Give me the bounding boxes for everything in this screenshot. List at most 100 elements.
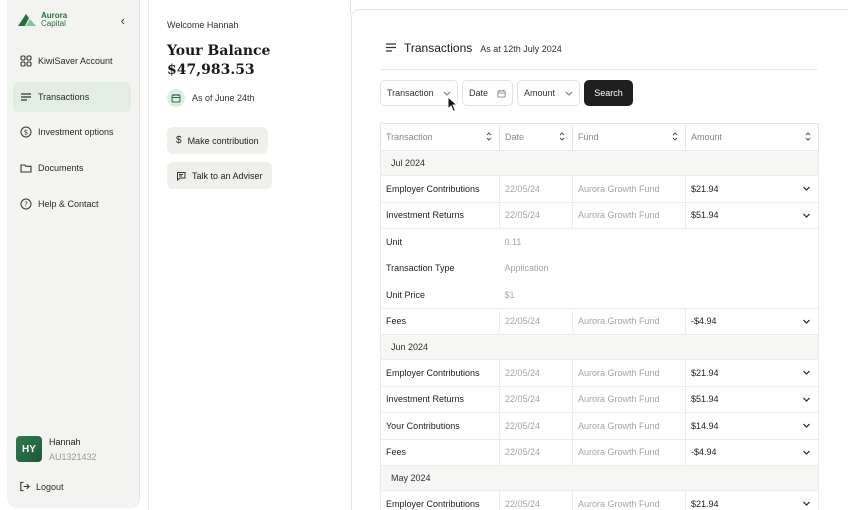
chevron-down-icon[interactable] [802, 395, 811, 404]
user-profile[interactable]: HY Hannah AU1321432 [16, 436, 97, 462]
collapse-sidebar-icon[interactable]: ‹ [121, 14, 125, 27]
transaction-amount: $21.94 [691, 367, 719, 378]
transaction-amount-cell: $21.94 [685, 490, 819, 510]
detail-spacer [685, 228, 819, 255]
transaction-detail-row: Unit Price $1 [380, 281, 819, 309]
transaction-date: 22/05/24 [499, 412, 573, 440]
detail-spacer [685, 281, 819, 309]
transaction-amount-cell: $51.94 [685, 386, 819, 413]
detail-value: Application [504, 263, 549, 274]
column-header-amount[interactable]: Amount [685, 123, 819, 151]
chevron-down-icon[interactable] [802, 317, 811, 326]
transaction-name: Investment Returns [380, 202, 500, 229]
grid-icon [19, 55, 32, 68]
as-of-date: As of June 24th [167, 89, 255, 107]
table-row[interactable]: Fees 22/05/24 Aurora Growth Fund -$4.94 [380, 439, 819, 466]
transaction-date: 22/05/24 [499, 359, 573, 387]
mouse-cursor-icon [447, 96, 459, 113]
chevron-down-icon[interactable] [802, 368, 811, 377]
logout-icon [20, 481, 30, 492]
month-group-header: Jul 2024 [380, 150, 819, 176]
column-header-date[interactable]: Date [499, 123, 573, 151]
table-row[interactable]: Employer Contributions 22/05/24 Aurora Gro… [380, 175, 819, 203]
sort-icon[interactable] [559, 132, 565, 142]
transaction-amount-cell: $14.94 [685, 412, 819, 440]
transaction-amount: $21.94 [691, 183, 719, 194]
amount-filter-label: Amount [524, 88, 556, 98]
sidebar-nav: KiwiSaver Account Transactions $ Investment… [13, 46, 131, 224]
table-row[interactable]: Employer Contributions 22/05/24 Aurora Gro… [380, 490, 819, 510]
date-filter-label: Date [469, 88, 489, 98]
table-row[interactable]: Investment Returns 22/05/24 Aurora Growth … [380, 386, 819, 413]
avatar: HY [16, 436, 42, 462]
detail-spacer [685, 255, 819, 282]
table-row[interactable]: Employer Contributions 22/05/24 Aurora Gro… [380, 359, 819, 387]
chevron-down-icon[interactable] [802, 211, 811, 220]
column-header-transaction[interactable]: Transaction [380, 123, 500, 151]
detail-label: Unit [380, 228, 500, 255]
sidebar-item-documents[interactable]: Documents [13, 153, 131, 183]
sidebar-item-transactions[interactable]: Transactions [13, 81, 131, 112]
sidebar-item-label: KiwiSaver Account [38, 56, 113, 66]
calendar-icon [497, 89, 506, 98]
transaction-name: Investment Returns [380, 386, 500, 413]
chevron-down-icon[interactable] [802, 448, 811, 457]
chat-icon [177, 171, 186, 181]
amount-filter-dropdown[interactable]: Amount [517, 80, 580, 106]
detail-value: $1 [499, 281, 686, 309]
column-header-label: Fund [578, 132, 599, 142]
transactions-header: Transactions As at 12th July 2024 [386, 41, 562, 55]
logout-button[interactable]: Logout [19, 481, 64, 492]
sidebar-item-kiwisaver-account[interactable]: KiwiSaver Account [13, 46, 131, 76]
month-group-label: Jun 2024 [380, 334, 819, 360]
chevron-down-icon [443, 91, 451, 96]
help-icon: ? [19, 197, 32, 210]
sidebar-item-label: Transactions [38, 91, 90, 102]
transaction-fund: Aurora Growth Fund [572, 412, 686, 440]
talk-to-adviser-button[interactable]: Talk to an Adviser [167, 162, 272, 189]
talk-to-adviser-label: Talk to an Adviser [192, 170, 263, 181]
table-row[interactable]: Fees 22/05/24 Aurora Growth Fund -$4.94 [380, 308, 819, 335]
chevron-down-icon[interactable] [802, 184, 811, 193]
transaction-name: Fees [380, 439, 500, 466]
table-row[interactable]: Your Contributions 22/05/24 Aurora Growth … [380, 412, 819, 440]
transaction-amount-cell: $21.94 [685, 175, 819, 203]
divider [380, 69, 818, 70]
transaction-name: Employer Contributions [380, 175, 500, 203]
month-group-label: May 2024 [380, 465, 819, 491]
transaction-filter-label: Transaction [387, 88, 434, 98]
dollar-icon: $ [176, 135, 182, 146]
transaction-fund: Aurora Growth Fund [572, 439, 686, 466]
make-contribution-button[interactable]: $ Make contribution [167, 127, 268, 154]
date-filter-input[interactable]: Date [462, 80, 513, 106]
transaction-amount: $14.94 [691, 420, 719, 431]
sort-icon[interactable] [486, 132, 492, 142]
transaction-fund: Aurora Growth Fund [572, 359, 686, 387]
column-header-label: Date [505, 132, 525, 142]
logo[interactable]: Aurora Capital [17, 12, 67, 28]
sort-icon[interactable] [672, 132, 678, 142]
make-contribution-label: Make contribution [187, 135, 259, 146]
sort-icon[interactable] [805, 132, 811, 142]
sidebar-item-label: Investment options [38, 127, 114, 138]
chevron-down-icon[interactable] [802, 421, 811, 430]
list-icon [386, 43, 396, 52]
table-header-row: Transaction Date Fund Amount [380, 123, 819, 151]
column-header-fund[interactable]: Fund [572, 123, 686, 151]
user-id: AU1321432 [49, 451, 97, 462]
sidebar-item-investment-options[interactable]: $ Investment options [13, 117, 131, 147]
transaction-date: 22/05/24 [499, 308, 573, 335]
aurora-logo-icon [18, 14, 36, 26]
transaction-detail-row: Transaction Type Application [380, 255, 819, 282]
table-row[interactable]: Investment Returns 22/05/24 Aurora Growth … [380, 202, 819, 229]
transaction-amount: -$4.94 [691, 447, 717, 458]
transaction-amount: $51.94 [691, 210, 719, 221]
transaction-date: 22/05/24 [499, 202, 573, 229]
transaction-fund: Aurora Growth Fund [572, 308, 686, 335]
transactions-as-at: As at 12th July 2024 [480, 44, 562, 54]
transaction-amount: -$4.94 [691, 316, 717, 327]
chevron-down-icon[interactable] [802, 499, 811, 508]
search-button[interactable]: Search [584, 80, 633, 106]
sidebar-item-help-contact[interactable]: ? Help & Contact [13, 189, 131, 219]
table-body: Jul 2024 Employer Contributions 22/05/24 Au… [380, 150, 819, 510]
